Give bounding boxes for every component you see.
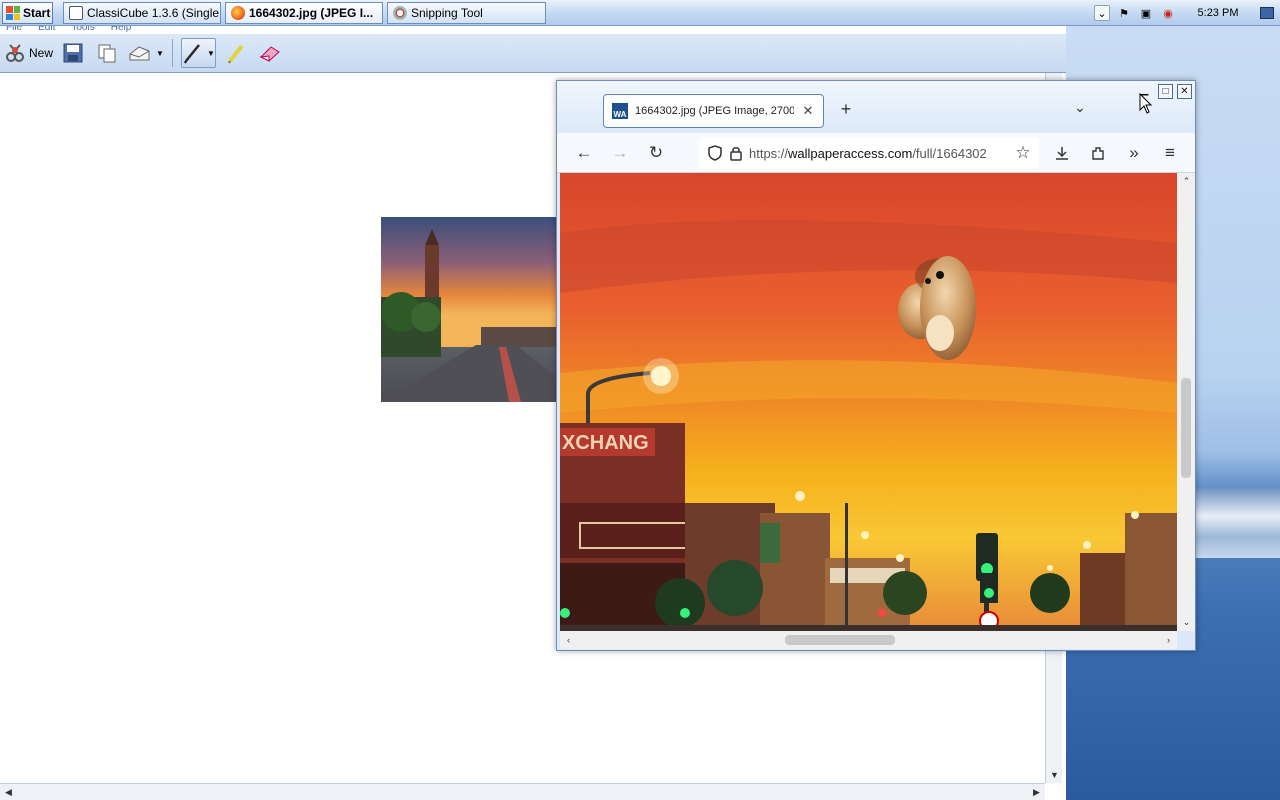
windows-flag-icon: [6, 6, 20, 20]
task-label: 1664302.jpg (JPEG I...: [249, 6, 374, 20]
overflow-menu-icon[interactable]: »: [1122, 141, 1146, 165]
toolbar-separator: [171, 39, 173, 67]
task-snipping-tool[interactable]: Snipping Tool: [387, 2, 546, 24]
scroll-down-icon[interactable]: ▼: [1046, 766, 1063, 783]
system-tray: ⌄ ⚑ ▣ ◉ 5:23 PM: [1094, 0, 1280, 26]
task-label: Snipping Tool: [411, 6, 483, 20]
chevron-down-icon[interactable]: ⌄: [1094, 5, 1110, 21]
scroll-up-icon[interactable]: ⌃: [1178, 173, 1195, 190]
forward-icon[interactable]: →: [608, 141, 632, 165]
new-snip-icon: [6, 44, 24, 62]
eraser-icon: [259, 46, 280, 62]
menu-edit[interactable]: Edit: [38, 26, 55, 34]
tab-title: 1664302.jpg (JPEG Image, 2700 ×: [635, 105, 794, 117]
menu-bar: File Edit Tools Help: [0, 26, 1066, 34]
url-host: wallpaperaccess.com: [788, 145, 913, 161]
cube-icon: [69, 6, 83, 20]
sunset-street-image: XCHANG: [560, 173, 1177, 631]
tab-image[interactable]: WA 1664302.jpg (JPEG Image, 2700 × ✕: [603, 94, 824, 128]
reload-icon[interactable]: ↻: [644, 141, 668, 165]
navigation-bar: ← → ↻ https://wallpaperaccess.com/full/1…: [557, 133, 1195, 173]
browser-vertical-scrollbar[interactable]: ⌃ ⌄: [1177, 173, 1195, 631]
browser-horizontal-scrollbar[interactable]: ‹ ›: [560, 631, 1177, 649]
pasted-street-image: [381, 217, 556, 402]
volume-muted-icon[interactable]: ◉: [1160, 5, 1176, 21]
scroll-down-icon[interactable]: ⌄: [1178, 614, 1195, 631]
eraser-button[interactable]: [256, 38, 284, 68]
pen-button[interactable]: ▼: [180, 38, 216, 68]
browser-titlebar: WA 1664302.jpg (JPEG Image, 2700 × ✕ + ⌄…: [557, 81, 1195, 133]
star-icon[interactable]: ☆: [1011, 141, 1035, 165]
close-tab-icon[interactable]: ✕: [801, 103, 815, 119]
taskbar: Start ClassiCube 1.3.6 (Single... 166430…: [0, 0, 1280, 26]
svg-text:XCHANG: XCHANG: [562, 432, 649, 454]
firefox-icon: [231, 6, 245, 20]
extensions-icon[interactable]: [1086, 141, 1110, 165]
url-text: https://wallpaperaccess.com/full/1664302: [749, 146, 987, 161]
pen-icon: [184, 44, 200, 64]
send-email-icon: [129, 46, 150, 61]
dropdown-arrow-icon[interactable]: ▼: [207, 49, 215, 58]
menu-help[interactable]: Help: [111, 26, 132, 34]
mouse-cursor-icon: [1139, 93, 1153, 114]
scroll-right-icon[interactable]: ›: [1160, 631, 1177, 648]
new-button[interactable]: New: [4, 38, 53, 68]
scroll-left-icon[interactable]: ‹: [560, 631, 577, 648]
shield-icon[interactable]: [707, 145, 723, 161]
browser-window: WA 1664302.jpg (JPEG Image, 2700 × ✕ + ⌄…: [556, 80, 1196, 651]
scroll-left-icon[interactable]: ◀: [0, 784, 17, 800]
horizontal-scrollbar[interactable]: ◀ ▶: [0, 783, 1045, 800]
download-icon[interactable]: [1050, 141, 1074, 165]
wallpaperaccess-favicon: WA: [612, 103, 628, 119]
hamburger-menu-icon[interactable]: ≡: [1158, 141, 1182, 165]
maximize-icon[interactable]: □: [1158, 84, 1173, 99]
new-label: New: [29, 46, 54, 60]
copy-button[interactable]: [93, 38, 121, 68]
scroll-thumb[interactable]: [785, 635, 895, 645]
scissors-icon: [393, 6, 407, 20]
flag-icon[interactable]: ⚑: [1116, 5, 1132, 21]
highlighter-button[interactable]: [222, 38, 250, 68]
paint-toolbar: New ▼ ▼: [0, 34, 1066, 73]
url-bar[interactable]: https://wallpaperaccess.com/full/1664302: [699, 137, 1039, 169]
lock-icon[interactable]: [729, 145, 743, 161]
save-icon: [63, 43, 83, 63]
copy-icon: [98, 44, 116, 63]
back-icon[interactable]: ←: [572, 141, 596, 165]
menu-file[interactable]: File: [6, 26, 22, 34]
menu-tools[interactable]: Tools: [71, 26, 94, 34]
send-button[interactable]: ▼: [127, 38, 164, 68]
clock[interactable]: 5:23 PM: [1182, 7, 1254, 19]
chevron-down-icon[interactable]: ⌄: [1070, 99, 1090, 119]
task-classicube[interactable]: ClassiCube 1.3.6 (Single...: [63, 2, 221, 24]
url-scheme: https://: [749, 145, 789, 161]
start-label: Start: [23, 6, 51, 20]
save-button[interactable]: [59, 38, 87, 68]
scroll-thumb[interactable]: [1181, 378, 1191, 478]
task-label: ClassiCube 1.3.6 (Single...: [87, 6, 221, 20]
show-desktop-icon[interactable]: [1260, 7, 1274, 19]
street-scene-image: [381, 217, 556, 402]
dropdown-arrow-icon[interactable]: ▼: [156, 49, 164, 58]
new-tab-icon[interactable]: +: [836, 99, 856, 119]
close-icon[interactable]: ✕: [1177, 84, 1192, 99]
start-button[interactable]: Start: [2, 2, 53, 24]
image-viewport[interactable]: XCHANG: [560, 173, 1177, 631]
network-icon[interactable]: ▣: [1138, 5, 1154, 21]
scroll-right-icon[interactable]: ▶: [1028, 784, 1045, 800]
highlighter-icon: [227, 44, 244, 64]
task-browser-image[interactable]: 1664302.jpg (JPEG I...: [225, 2, 383, 24]
url-path: /full/1664302: [912, 145, 987, 161]
